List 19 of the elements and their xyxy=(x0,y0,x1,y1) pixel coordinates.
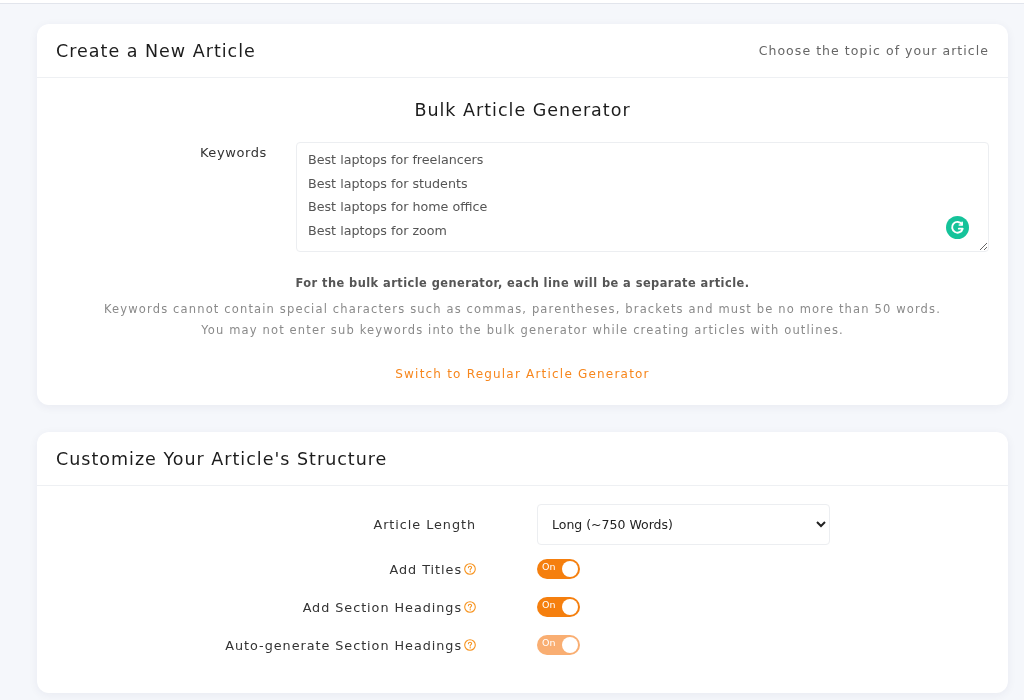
setting-label: Add Titles xyxy=(389,561,462,577)
article-length-select[interactable]: Long (~750 Words) xyxy=(537,504,830,545)
toggle-switch[interactable]: On xyxy=(537,559,580,579)
keywords-label: Keywords xyxy=(198,144,267,162)
card-subtitle: Choose the topic of your article xyxy=(758,43,989,58)
help-icon[interactable] xyxy=(464,563,476,575)
card-title: Customize Your Article's Structure xyxy=(56,448,388,469)
rule-text: You may not enter sub keywords into the bulk generator while creating articles with outlines. xyxy=(201,323,844,337)
generator-title: Bulk Article Generator xyxy=(414,100,631,120)
setting-label: Add Section Headings xyxy=(302,599,462,615)
rule-text: Keywords cannot contain special characters such as commas, parentheses, brackets and must be no more than 50 words. xyxy=(103,302,941,316)
toggle-switch[interactable]: On xyxy=(537,597,580,617)
switch-generator-link[interactable]: Switch to Regular Article Generator xyxy=(395,367,650,381)
keywords-field[interactable]: Best laptops for freelancers Best laptops for students Best laptops for home office Best laptops for zoom xyxy=(296,142,989,252)
bulk-note: For the bulk article generator, each line will be a separate article. xyxy=(295,276,750,290)
setting-label: Auto-generate Section Headings xyxy=(225,637,462,653)
help-icon[interactable] xyxy=(464,601,476,613)
setting-label: Article Length xyxy=(373,517,476,532)
card-title: Create a New Article xyxy=(56,40,256,61)
